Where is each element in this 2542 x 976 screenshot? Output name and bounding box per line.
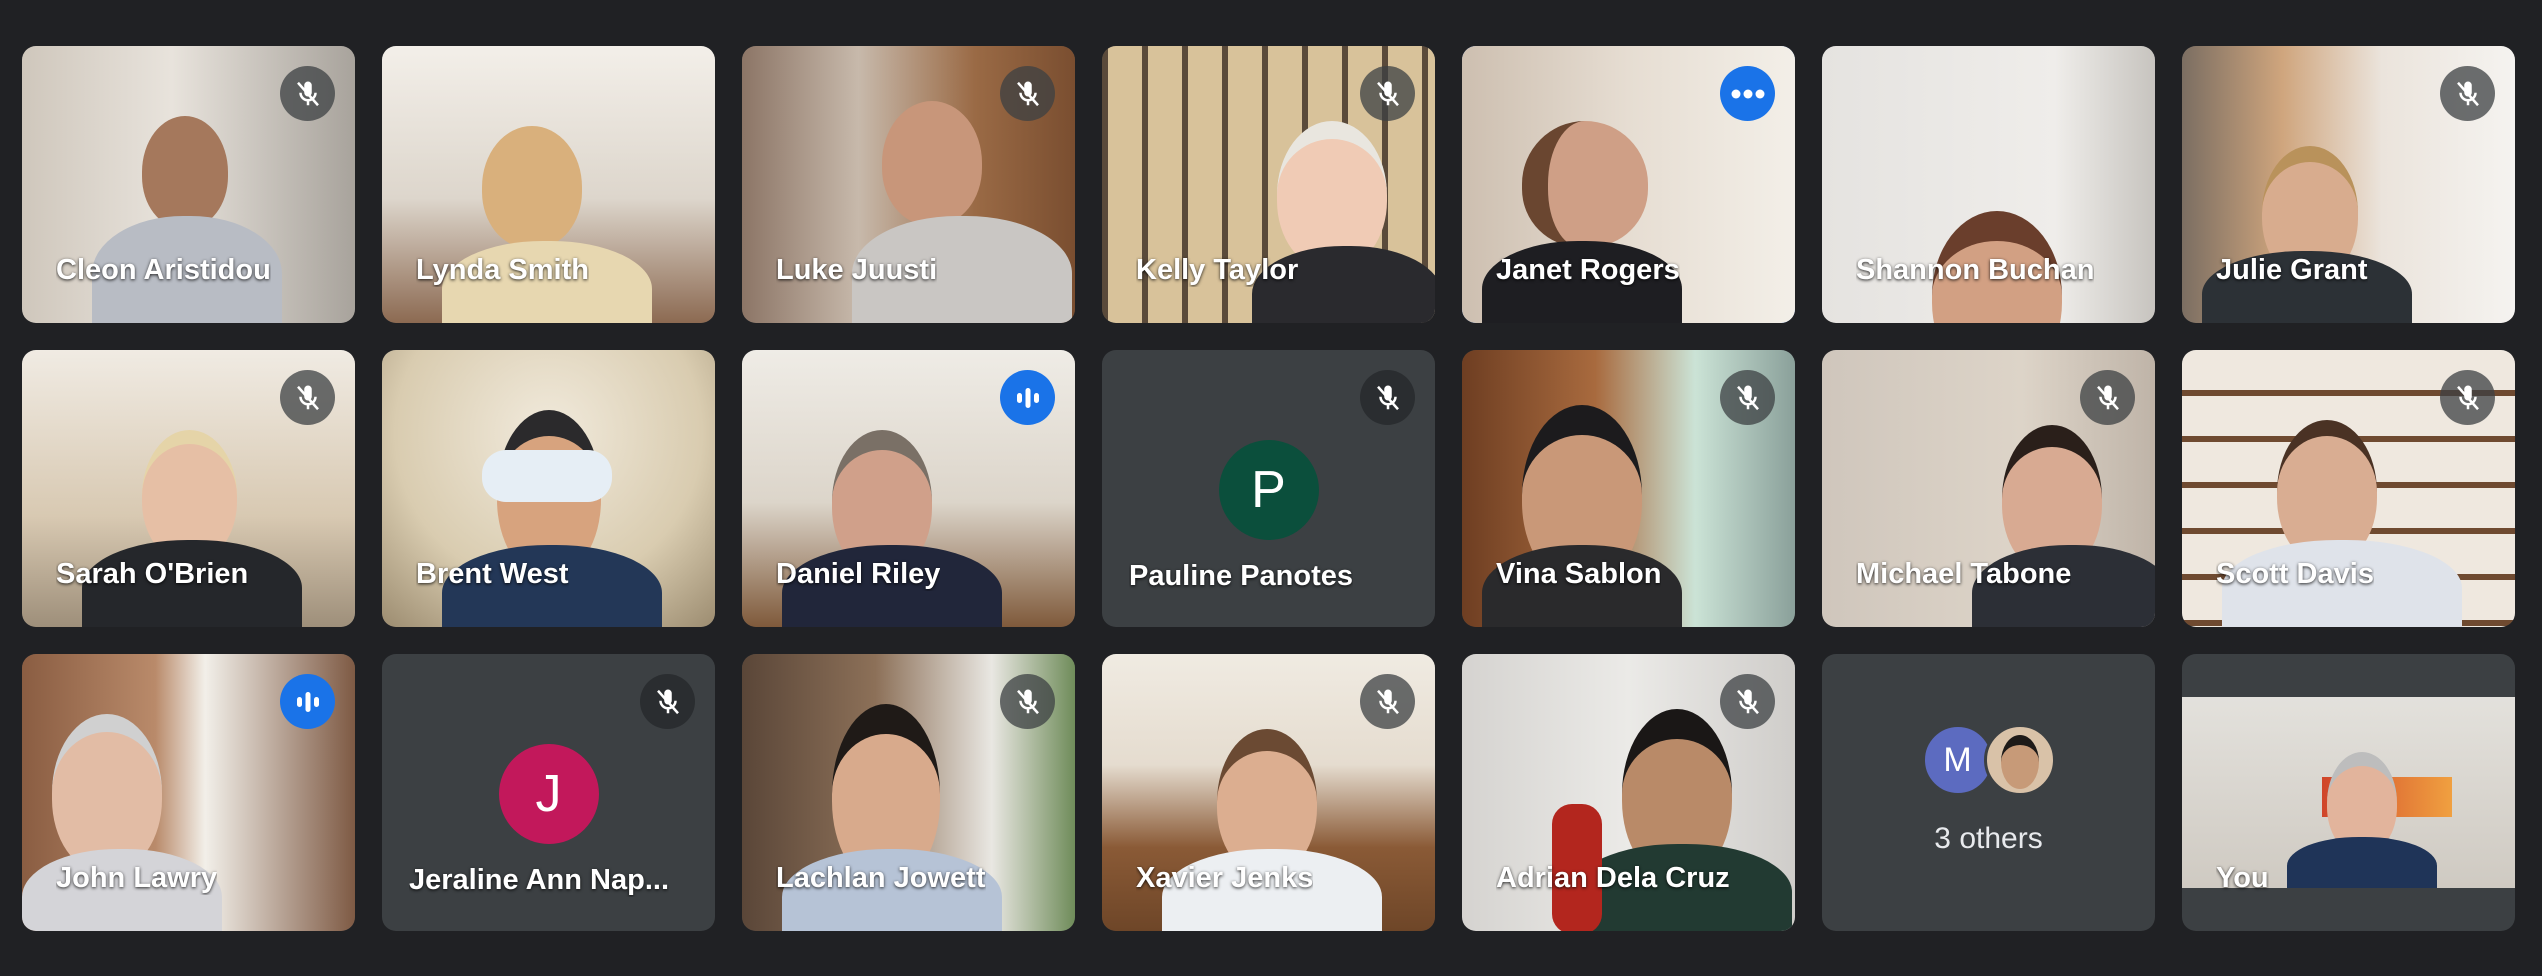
participant-tile[interactable]: Michael Tabone [1822,350,2155,627]
avatar: P [1218,440,1319,540]
participant-name: Lachlan Jowett [776,862,986,894]
participant-name: Jeraline Ann Nap... [409,864,669,896]
mic-off-icon[interactable] [640,674,695,729]
participant-tile[interactable]: Lachlan Jowett [742,654,1075,931]
others-count: 3 others [1934,822,2043,855]
participant-name: John Lawry [56,862,218,894]
participant-grid: Cleon Aristidou Lynda Smith Luke Juusti … [22,46,2515,931]
mic-off-icon[interactable] [2440,66,2495,121]
participant-tile[interactable]: Scott Davis [2182,350,2515,627]
participant-name: Julie Grant [2216,254,2368,286]
participant-name: Luke Juusti [776,254,938,286]
mic-off-icon[interactable] [1360,370,1415,425]
self-video-feed [2182,697,2515,888]
participant-name: Daniel Riley [776,558,941,590]
participant-tile[interactable]: Vina Sablon [1462,350,1795,627]
participant-tile[interactable]: Sarah O'Brien [22,350,355,627]
participant-tile-no-video[interactable]: J Jeraline Ann Nap... [382,654,715,931]
participant-name: Brent West [416,558,569,590]
participant-name: Vina Sablon [1496,558,1662,590]
mic-off-icon[interactable] [1720,674,1775,729]
avatar-photo [1983,724,2056,796]
participant-name: Lynda Smith [416,254,589,286]
participant-name: Scott Davis [2216,558,2374,590]
avatar: J [498,744,599,844]
mic-off-icon[interactable] [280,370,335,425]
participant-name: Shannon Buchan [1856,254,2095,286]
avatar: M [1921,724,1994,796]
others-tile[interactable]: M 3 others [1822,654,2155,931]
participant-name: Sarah O'Brien [56,558,249,590]
mic-off-icon[interactable] [2080,370,2135,425]
participant-tile[interactable]: John Lawry [22,654,355,931]
more-horiz-icon[interactable] [1720,66,1775,121]
participant-name: Michael Tabone [1856,558,2072,590]
mic-off-icon[interactable] [1360,674,1415,729]
participant-name: Xavier Jenks [1136,862,1314,894]
mic-off-icon[interactable] [1000,66,1055,121]
mic-off-icon[interactable] [2440,370,2495,425]
participant-tile[interactable]: Adrian Dela Cruz [1462,654,1795,931]
mic-off-icon[interactable] [1000,674,1055,729]
participant-tile[interactable]: Xavier Jenks [1102,654,1435,931]
participant-name: Kelly Taylor [1136,254,1299,286]
others-avatars: M [1822,724,2155,796]
self-view-tile[interactable]: You [2182,654,2515,931]
mic-off-icon[interactable] [1360,66,1415,121]
audio-level-icon[interactable] [280,674,335,729]
participant-tile-active[interactable]: Janet Rogers [1462,46,1795,323]
participant-tile[interactable]: Cleon Aristidou [22,46,355,323]
mic-off-icon[interactable] [1720,370,1775,425]
participant-tile[interactable]: Julie Grant [2182,46,2515,323]
participant-name: Janet Rogers [1496,254,1680,286]
participant-name: Pauline Panotes [1129,560,1354,592]
audio-level-icon[interactable] [1000,370,1055,425]
participant-tile-no-video[interactable]: P Pauline Panotes [1102,350,1435,627]
participant-tile[interactable]: Lynda Smith [382,46,715,323]
participant-name: Adrian Dela Cruz [1496,862,1730,894]
eye-mask [482,450,612,502]
mic-off-icon[interactable] [280,66,335,121]
participant-tile[interactable]: Shannon Buchan [1822,46,2155,323]
participant-tile[interactable]: Brent West [382,350,715,627]
participant-tile[interactable]: Daniel Riley [742,350,1075,627]
participant-tile[interactable]: Kelly Taylor [1102,46,1435,323]
participant-name: Cleon Aristidou [56,254,271,286]
participant-tile[interactable]: Luke Juusti [742,46,1075,323]
self-name: You [2216,862,2269,894]
